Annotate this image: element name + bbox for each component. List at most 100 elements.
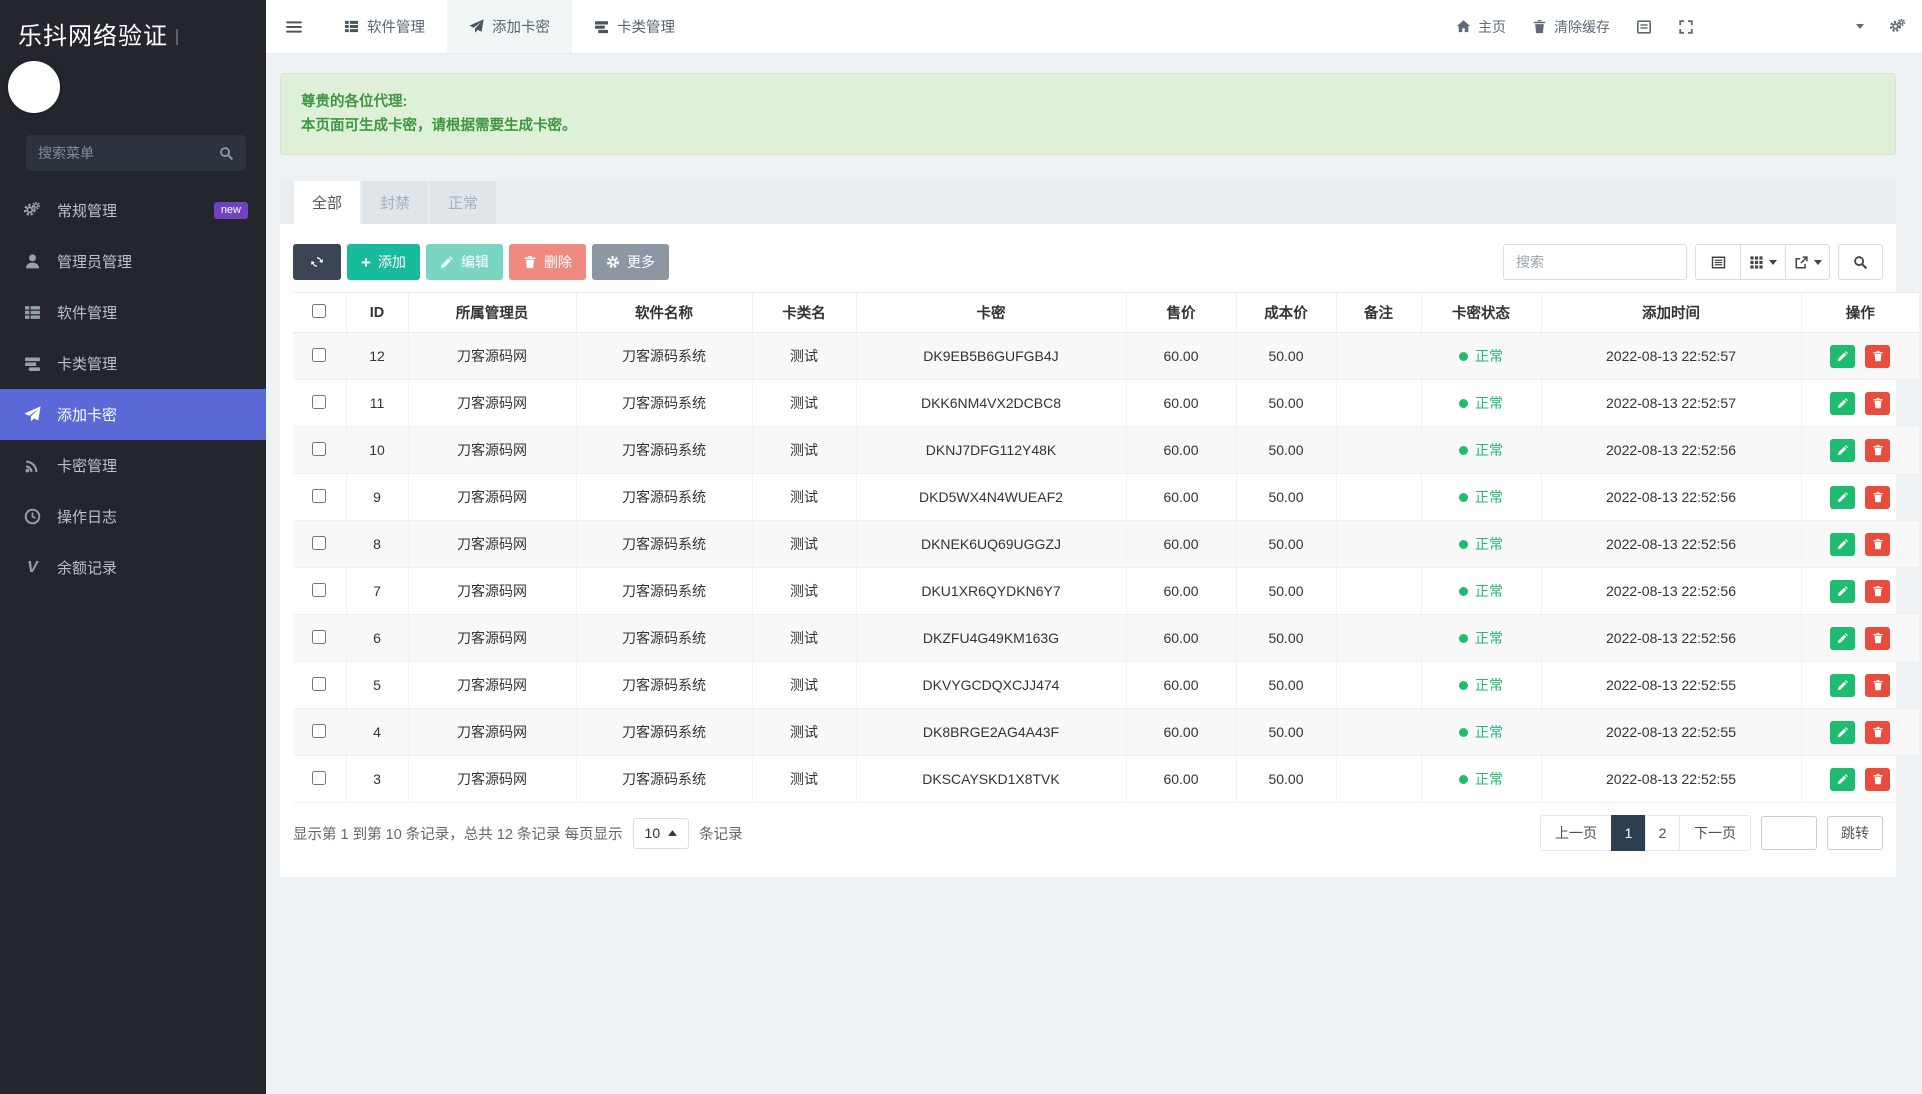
- status-dot: [1459, 493, 1468, 502]
- avatar[interactable]: [8, 61, 60, 113]
- filter-tab-all[interactable]: 全部: [294, 181, 360, 224]
- edit-button[interactable]: 编辑: [426, 244, 503, 280]
- clear-cache-link[interactable]: 清除缓存: [1532, 17, 1610, 37]
- row-checkbox[interactable]: [312, 677, 326, 691]
- row-delete-button[interactable]: [1865, 721, 1890, 744]
- row-delete-button[interactable]: [1865, 674, 1890, 697]
- row-edit-button[interactable]: [1830, 674, 1855, 697]
- row-edit-button[interactable]: [1830, 580, 1855, 603]
- row-delete-button[interactable]: [1865, 486, 1890, 509]
- row-edit-button[interactable]: [1830, 768, 1855, 791]
- cell-remark: [1336, 709, 1421, 756]
- prev-page-button[interactable]: 上一页: [1540, 815, 1611, 851]
- sidebar-toggle-button[interactable]: [266, 0, 322, 53]
- delete-button[interactable]: 删除: [509, 244, 586, 280]
- row-edit-button[interactable]: [1830, 345, 1855, 368]
- pencil-icon: [1837, 679, 1849, 691]
- row-delete-button[interactable]: [1865, 627, 1890, 650]
- nav-tab-add-card-key[interactable]: 添加卡密: [447, 0, 572, 53]
- home-link[interactable]: 主页: [1456, 17, 1506, 37]
- search-icon[interactable]: [219, 146, 234, 161]
- sidebar-item-admins[interactable]: 管理员管理: [0, 236, 266, 287]
- table-row: 10 刀客源码网 刀客源码系统 测试 DKNJ7DFG112Y48K 60.00…: [293, 427, 1919, 474]
- fullscreen-icon: [1678, 19, 1694, 35]
- page-button-2[interactable]: 2: [1645, 815, 1679, 851]
- refresh-button[interactable]: [293, 244, 341, 280]
- row-edit-button[interactable]: [1830, 439, 1855, 462]
- row-delete-button[interactable]: [1865, 439, 1890, 462]
- cell-software: 刀客源码系统: [576, 521, 752, 568]
- row-checkbox[interactable]: [312, 489, 326, 503]
- sidebar-item-software[interactable]: 软件管理: [0, 287, 266, 338]
- pencil-icon: [1837, 491, 1849, 503]
- cell-card-type: 测试: [752, 380, 856, 427]
- detail-view-button[interactable]: [1695, 244, 1740, 280]
- row-edit-button[interactable]: [1830, 533, 1855, 556]
- cell-remark: [1336, 615, 1421, 662]
- row-edit-button[interactable]: [1830, 392, 1855, 415]
- page-size-dropdown[interactable]: 10: [633, 818, 690, 849]
- fullscreen-button[interactable]: [1678, 19, 1694, 35]
- filter-tab-normal[interactable]: 正常: [430, 181, 496, 224]
- filter-tab-label: 正常: [448, 192, 478, 213]
- jump-button[interactable]: 跳转: [1827, 816, 1883, 850]
- filter-tab-banned[interactable]: 封禁: [362, 181, 428, 224]
- jump-page-input[interactable]: [1761, 816, 1817, 850]
- row-checkbox[interactable]: [312, 348, 326, 362]
- row-checkbox[interactable]: [312, 536, 326, 550]
- more-button[interactable]: 更多: [592, 244, 669, 280]
- table-body: 12 刀客源码网 刀客源码系统 测试 DK9EB5B6GUFGB4J 60.00…: [293, 333, 1919, 803]
- sidebar-item-general[interactable]: 常规管理 new: [0, 185, 266, 236]
- row-checkbox[interactable]: [312, 395, 326, 409]
- sidebar-item-label: 卡密管理: [57, 455, 117, 476]
- nav-tab-card-type[interactable]: 卡类管理: [572, 0, 697, 53]
- cell-remark: [1336, 474, 1421, 521]
- cell-actions: [1801, 521, 1919, 568]
- status-badge: 正常: [1475, 489, 1503, 505]
- cell-cost: 50.00: [1236, 427, 1336, 474]
- hamburger-icon: [285, 18, 303, 36]
- row-checkbox[interactable]: [312, 724, 326, 738]
- row-checkbox[interactable]: [312, 442, 326, 456]
- columns-button[interactable]: [1740, 244, 1785, 280]
- row-edit-button[interactable]: [1830, 486, 1855, 509]
- row-delete-button[interactable]: [1865, 533, 1890, 556]
- page-button-1[interactable]: 1: [1611, 815, 1645, 851]
- row-delete-button[interactable]: [1865, 768, 1890, 791]
- column-header-card-type: 卡类名: [752, 293, 856, 333]
- cell-actions: [1801, 333, 1919, 380]
- column-header-cost: 成本价: [1236, 293, 1336, 333]
- settings-button[interactable]: [1890, 19, 1906, 35]
- nav-tab-software[interactable]: 软件管理: [322, 0, 447, 53]
- row-delete-button[interactable]: [1865, 580, 1890, 603]
- table-search-input[interactable]: [1503, 244, 1687, 280]
- sidebar-item-balance-log[interactable]: V 余额记录: [0, 542, 266, 593]
- cell-card-key: DK9EB5B6GUFGB4J: [856, 333, 1126, 380]
- table-footer: 显示第 1 到第 10 条记录，总共 12 条记录 每页显示 10 条记录 上一…: [293, 813, 1883, 853]
- row-checkbox[interactable]: [312, 630, 326, 644]
- select-all-checkbox[interactable]: [312, 304, 326, 318]
- search-toggle-button[interactable]: [1838, 244, 1883, 280]
- cell-price: 60.00: [1126, 474, 1236, 521]
- sidebar: 乐抖网络验证 常规管理 new 管理员管理 软件管理 卡类: [0, 0, 266, 1094]
- row-checkbox[interactable]: [312, 771, 326, 785]
- row-edit-button[interactable]: [1830, 627, 1855, 650]
- sidebar-search-input[interactable]: [38, 145, 219, 161]
- pencil-icon: [1837, 585, 1849, 597]
- add-button[interactable]: + 添加: [347, 244, 420, 280]
- sidebar-item-operation-log[interactable]: 操作日志: [0, 491, 266, 542]
- cell-admin: 刀客源码网: [408, 333, 576, 380]
- row-delete-button[interactable]: [1865, 345, 1890, 368]
- next-page-button[interactable]: 下一页: [1679, 815, 1751, 851]
- sidebar-item-add-card-key[interactable]: 添加卡密: [0, 389, 266, 440]
- row-delete-button[interactable]: [1865, 392, 1890, 415]
- export-button[interactable]: [1785, 244, 1830, 280]
- language-button[interactable]: [1636, 19, 1652, 35]
- row-checkbox[interactable]: [312, 583, 326, 597]
- row-edit-button[interactable]: [1830, 721, 1855, 744]
- sidebar-item-card-key-manage[interactable]: 卡密管理: [0, 440, 266, 491]
- cell-software: 刀客源码系统: [576, 380, 752, 427]
- sidebar-item-card-type[interactable]: 卡类管理: [0, 338, 266, 389]
- user-menu-caret[interactable]: [1856, 24, 1864, 29]
- status-badge: 正常: [1475, 630, 1503, 646]
